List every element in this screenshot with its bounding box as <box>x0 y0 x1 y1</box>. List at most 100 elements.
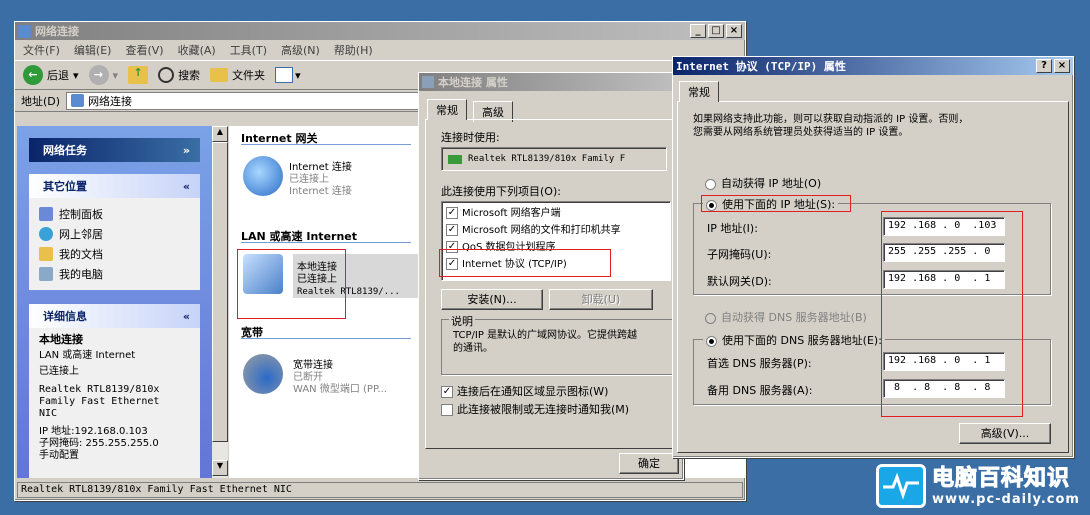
default-gateway-field[interactable]: 192 .168 . 0 . 1 <box>883 270 1005 289</box>
network-folder-icon <box>71 94 85 107</box>
gateway-item[interactable]: Internet 连接 已连接上 Internet 连接 <box>243 156 352 198</box>
mask-label: 子网掩码(U): <box>707 248 772 261</box>
menu-help[interactable]: 帮助(H) <box>334 42 373 58</box>
list-item[interactable]: ✓ Microsoft 网络的文件和打印机共享 <box>446 222 666 239</box>
task-pane-scrollbar[interactable]: ▲ ▼ <box>212 126 228 478</box>
menubar: 文件(F) 编辑(E) 查看(V) 收藏(A) 工具(T) 高级(N) 帮助(H… <box>15 40 745 60</box>
tcpip-props-window: Internet 协议 (TCP/IP) 属性 ? × 常规 如果网络支持此功能… <box>672 56 1074 458</box>
close-button[interactable]: × <box>1054 59 1070 73</box>
ok-button[interactable]: 确定 <box>619 453 679 474</box>
details-title: 本地连接 <box>39 333 83 346</box>
lan-connection-icon <box>243 254 283 294</box>
description-text: TCP/IP 是默认的广域网协议。它提供跨越 的通讯。 <box>453 330 638 354</box>
menu-file[interactable]: 文件(F) <box>23 42 60 58</box>
folder-icon <box>210 68 229 82</box>
monitor-logo-icon <box>876 464 926 508</box>
dns1-label: 首选 DNS 服务器(P): <box>707 357 812 370</box>
folders-button[interactable]: 文件夹 <box>210 67 265 83</box>
scroll-up-button[interactable]: ▲ <box>212 126 228 142</box>
install-button[interactable]: 安装(N)... <box>441 289 543 310</box>
link-my-documents[interactable]: 我的文档 <box>39 244 190 264</box>
maximize-button[interactable]: □ <box>708 24 724 38</box>
limited-notify-checkbox[interactable]: 此连接被限制或无连接时通知我(M) <box>441 401 629 417</box>
menu-tools[interactable]: 工具(T) <box>230 42 267 58</box>
tab-general[interactable]: 常规 <box>427 99 467 120</box>
up-folder-icon[interactable]: ↑ <box>128 66 149 84</box>
auto-dns-radio[interactable]: 自动获得 DNS 服务器地址(B) <box>705 309 867 325</box>
menu-advanced[interactable]: 高级(N) <box>281 42 320 58</box>
ip-address-field[interactable]: 192 .168 . 0 .103 <box>883 217 1005 236</box>
link-my-computer[interactable]: 我的电脑 <box>39 264 190 284</box>
internet-gateway-icon <box>243 156 283 196</box>
computer-icon <box>39 267 53 281</box>
network-card-icon <box>448 154 462 164</box>
props-titlebar[interactable]: 本地连接 属性 <box>419 73 683 91</box>
list-item[interactable]: ✓ Internet 协议 (TCP/IP) <box>446 256 666 273</box>
help-button[interactable]: ? <box>1036 59 1052 73</box>
network-tasks-header[interactable]: 网络任务 » <box>29 138 200 162</box>
views-button[interactable]: ▾ <box>275 67 301 83</box>
gateway-label: 默认网关(D): <box>707 275 772 288</box>
uninstall-button[interactable]: 卸载(U) <box>549 289 653 310</box>
search-icon <box>158 67 175 83</box>
control-panel-icon <box>39 207 53 221</box>
adapter-field: Realtek RTL8139/810x Family F <box>441 147 667 171</box>
components-list[interactable]: ✓ Microsoft 网络客户端 ✓ Microsoft 网络的文件和打印机共享 … <box>441 201 671 281</box>
broadband-item[interactable]: 宽带连接 已断开 WAN 微型端口 (PP... <box>243 354 387 396</box>
advanced-button[interactable]: 高级(V)... <box>959 423 1051 444</box>
preferred-dns-field[interactable]: 192 .168 . 0 . 1 <box>883 352 1005 371</box>
documents-icon <box>39 247 53 261</box>
list-item[interactable]: ✓ Microsoft 网络客户端 <box>446 205 666 222</box>
link-control-panel[interactable]: 控制面板 <box>39 204 190 224</box>
intro-text: 如果网络支持此功能，则可以获取自动指派的 IP 设置。否则， 您需要从网络系统管… <box>693 114 969 138</box>
task-pane: 网络任务 » 其它位置 « 控制面板 网上邻居 我的文档 我的电脑 详细信息 «… <box>17 126 212 478</box>
tcpip-titlebar[interactable]: Internet 协议 (TCP/IP) 属性 ? × <box>673 57 1073 75</box>
views-icon <box>275 67 294 83</box>
checkbox-checked[interactable]: ✓ <box>446 224 458 236</box>
scroll-down-button[interactable]: ▼ <box>212 460 228 476</box>
menu-favorites[interactable]: 收藏(A) <box>178 42 216 58</box>
search-button[interactable]: 搜索 <box>158 67 200 83</box>
tab-general[interactable]: 常规 <box>679 81 719 102</box>
details-header[interactable]: 详细信息 « <box>29 304 200 328</box>
checkbox-checked[interactable]: ✓ <box>441 386 453 398</box>
minimize-button[interactable]: _ <box>690 24 706 38</box>
scroll-thumb[interactable] <box>212 142 228 442</box>
chevron-up-icon: « <box>182 179 190 193</box>
items-label: 此连接使用下列项目(O): <box>441 185 561 198</box>
notify-icon-checkbox[interactable]: ✓ 连接后在通知区域显示图标(W) <box>441 383 608 399</box>
manual-dns-radio[interactable]: 使用下面的 DNS 服务器地址(E): <box>703 332 885 348</box>
forward-arrow-icon: → <box>88 65 109 85</box>
network-icon <box>422 76 434 88</box>
manual-ip-radio[interactable]: 使用下面的 IP 地址(S): <box>703 196 839 212</box>
menu-view[interactable]: 查看(V) <box>125 42 163 58</box>
chevron-up-icon: « <box>182 309 190 323</box>
details-body: 本地连接 LAN 或高速 Internet 已连接上 Realtek RTL81… <box>29 328 200 478</box>
dns2-label: 备用 DNS 服务器(A): <box>707 384 813 397</box>
checkbox-checked[interactable]: ✓ <box>446 258 458 270</box>
back-button[interactable]: ← 后退 ▾ <box>23 65 79 85</box>
local-connection-item[interactable]: 本地连接 已连接上 Realtek RTL8139/... <box>243 254 423 298</box>
explorer-titlebar[interactable]: 网络连接 _ □ × <box>15 22 745 40</box>
watermark-url: www.pc-daily.com <box>932 491 1080 507</box>
other-places-list: 控制面板 网上邻居 我的文档 我的电脑 <box>29 198 200 290</box>
checkbox-unchecked[interactable] <box>441 404 453 416</box>
checkbox-checked[interactable]: ✓ <box>446 241 458 253</box>
link-network-places[interactable]: 网上邻居 <box>39 224 190 244</box>
other-places-header[interactable]: 其它位置 « <box>29 174 200 198</box>
chevron-down-icon: » <box>182 143 190 157</box>
subnet-mask-field[interactable]: 255 .255 .255 . 0 <box>883 243 1005 262</box>
description-label: 说明 <box>449 313 475 329</box>
auto-ip-radio[interactable]: 自动获得 IP 地址(O) <box>705 175 821 191</box>
address-label: 地址(D) <box>21 94 61 108</box>
menu-edit[interactable]: 编辑(E) <box>74 42 112 58</box>
broadband-connection-icon <box>243 354 283 394</box>
ip-label: IP 地址(I): <box>707 222 758 235</box>
checkbox-checked[interactable]: ✓ <box>446 207 458 219</box>
forward-button[interactable]: → ▾ <box>88 65 118 85</box>
alternate-dns-field[interactable]: 8 . 8 . 8 . 8 <box>883 379 1005 398</box>
watermark-title: 电脑百科知识 <box>932 465 1071 491</box>
close-button[interactable]: × <box>726 24 742 38</box>
local-props-window: 本地连接 属性 常规 高级 连接时使用: Realtek RTL8139/810… <box>418 72 684 480</box>
list-item[interactable]: ✓ QoS 数据包计划程序 <box>446 239 666 256</box>
